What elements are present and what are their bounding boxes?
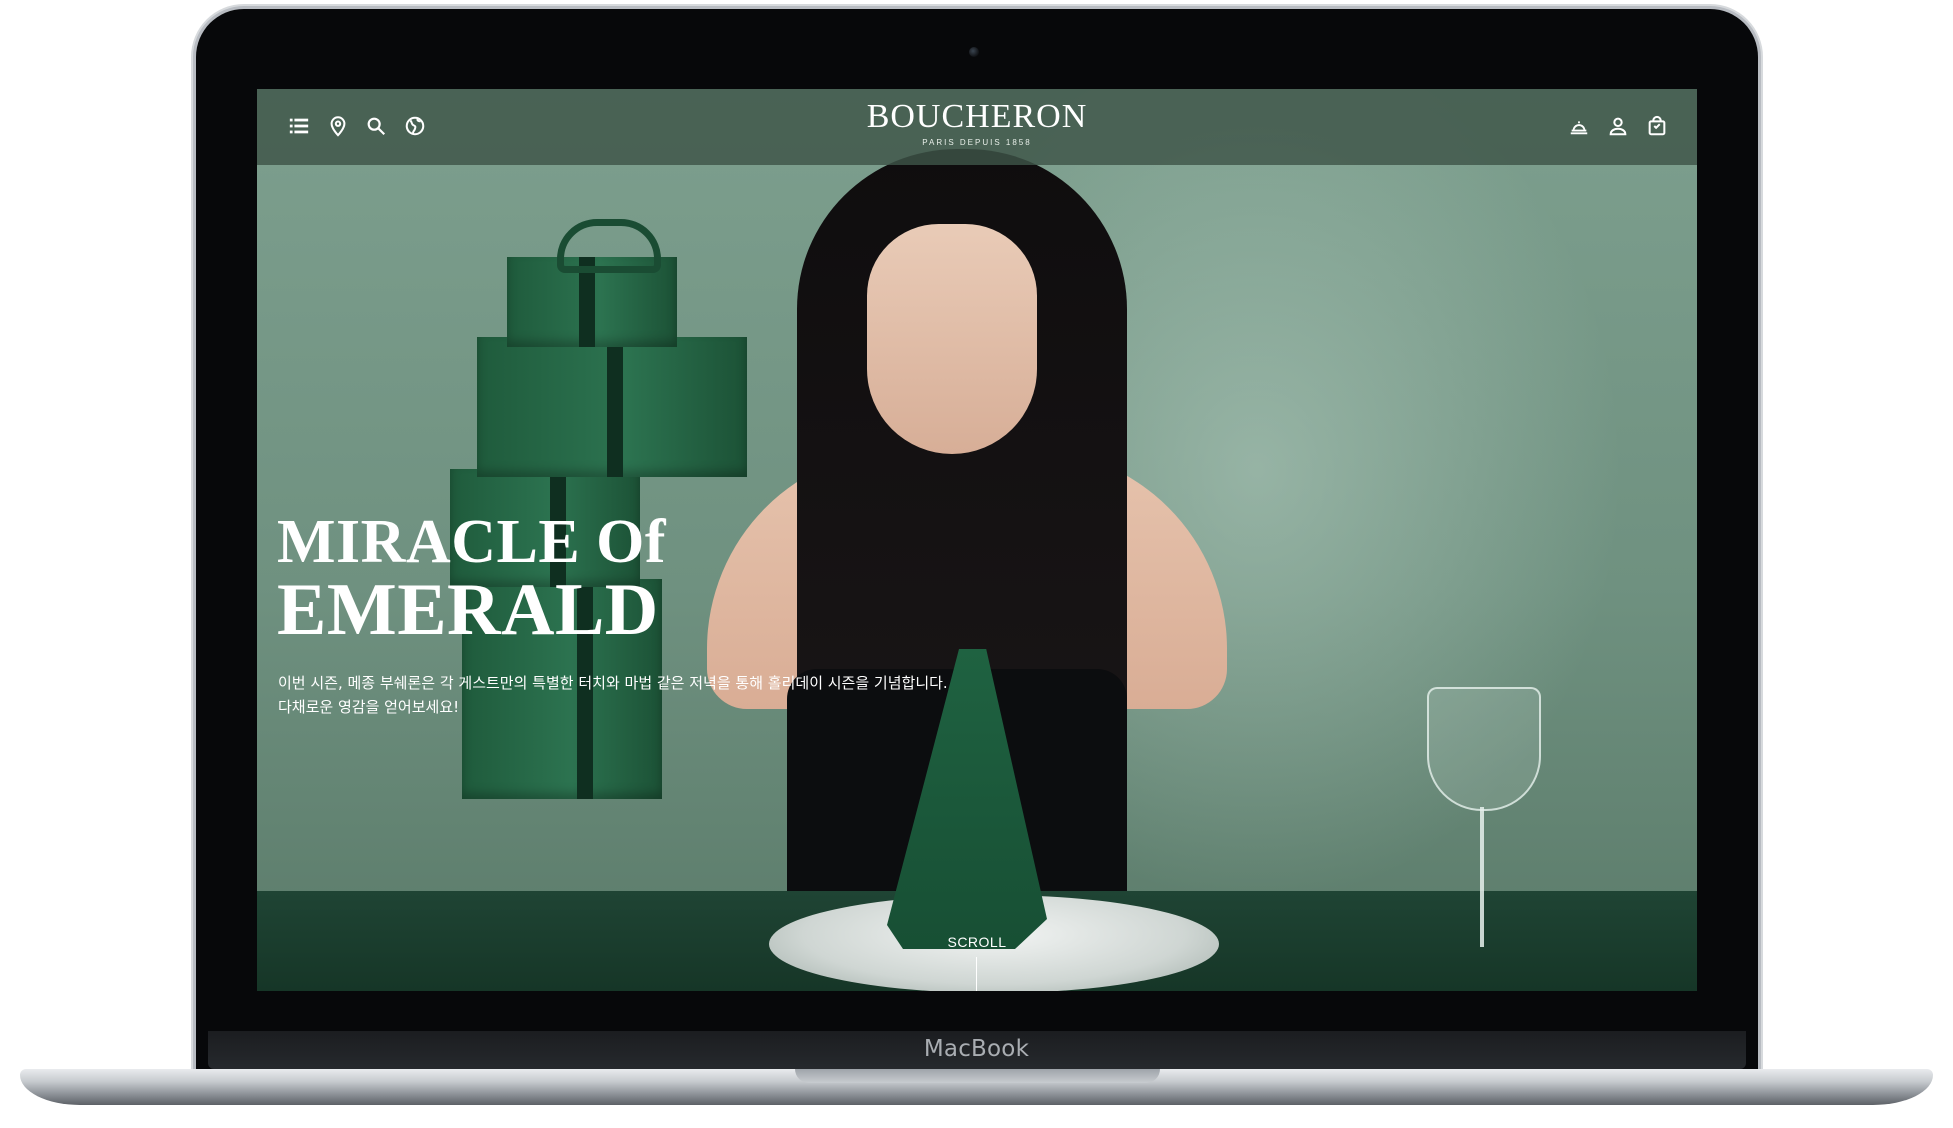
brand-logo[interactable]: BOUCHERON PARIS DEPUIS 1858 [257, 97, 1697, 147]
logo-wordmark: BOUCHERON [866, 98, 1088, 135]
hero-description-line2: 다채로운 영감을 얻어보세요! [278, 698, 460, 716]
hero-description: 이번 시즌, 메종 부쉐론은 각 게스트만의 특별한 터치와 마법 같은 저녁을… [278, 671, 948, 719]
site-header: BOUCHERON PARIS DEPUIS 1858 [257, 89, 1697, 165]
shopping-bag-icon[interactable] [1645, 114, 1669, 138]
hero-title-line1: MIRACLE Of [277, 508, 667, 576]
laptop-base-notch [795, 1069, 1160, 1083]
hero-title-line2: EMERALD [277, 569, 659, 651]
device-brand-label: MacBook [923, 1036, 1030, 1062]
account-icon[interactable] [1606, 114, 1630, 138]
appointment-bell-icon[interactable] [1567, 114, 1591, 138]
hero-title: MIRACLE Of EMERALD [277, 508, 667, 651]
website-screen: BOUCHERON PARIS DEPUIS 1858 MIRACLE Of E… [257, 89, 1697, 991]
gift-bow [557, 219, 661, 273]
laptop-frame: MacBook BOUCHERON PARIS DEPUIS 1858 MIRA… [0, 0, 1953, 1128]
scroll-indicator[interactable]: SCROLL [927, 934, 1027, 950]
wine-glass [1427, 687, 1541, 957]
logo-tagline: PARIS DEPUIS 1858 [922, 138, 1032, 147]
webcam [969, 47, 979, 57]
scroll-indicator-line [976, 957, 977, 991]
hero-description-line1: 이번 시즌, 메종 부쉐론은 각 게스트만의 특별한 터치와 마법 같은 저녁을… [278, 674, 948, 692]
